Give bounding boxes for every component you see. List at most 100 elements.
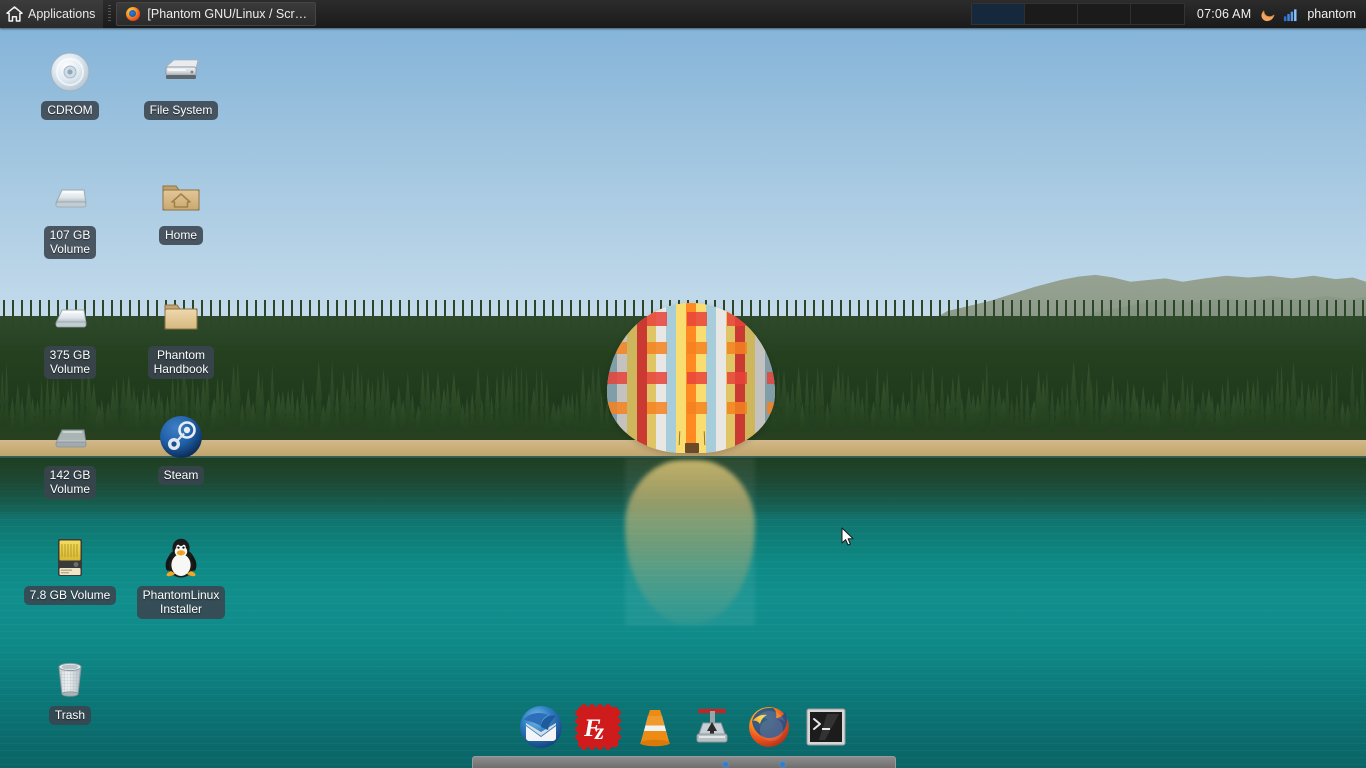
terminal-icon — [806, 708, 845, 746]
wallpaper-tree — [574, 390, 580, 432]
desktop-icon-label: 7.8 GB Volume — [23, 586, 117, 605]
taskbar-window-title: [Phantom GNU/Linux / Scr… — [147, 7, 308, 21]
workspace-2-button[interactable] — [1024, 4, 1078, 24]
workspace-switcher[interactable] — [970, 3, 1185, 25]
wallpaper-tree — [1049, 387, 1056, 432]
drive-icon — [46, 293, 94, 341]
wallpaper-tree — [514, 363, 520, 428]
wallpaper-tree — [434, 370, 442, 427]
wallpaper-tree — [544, 380, 550, 432]
wallpaper-tree — [889, 392, 895, 428]
applications-menu-button[interactable]: Applications — [0, 0, 104, 28]
desktop-icon-file-system[interactable]: File System — [131, 48, 231, 120]
wallpaper-tree — [464, 396, 471, 431]
balloon-accent-band — [607, 312, 775, 326]
wallpaper-tree — [874, 366, 881, 427]
wallpaper-tree — [909, 369, 915, 432]
desktop-icon-label: PhantomLinux Installer — [136, 586, 226, 619]
desktop-icon-phantomlinux-installer[interactable]: PhantomLinux Installer — [131, 533, 231, 619]
filezilla-icon: F z — [574, 704, 621, 750]
panel-separator — [108, 5, 112, 23]
hard-drive-icon — [157, 48, 205, 96]
username-label[interactable]: phantom — [1301, 7, 1366, 21]
applications-menu-label: Applications — [28, 7, 96, 21]
wallpaper-tree — [1014, 393, 1020, 431]
desktop-icon-volume-375gb[interactable]: 375 GB Volume — [20, 293, 120, 379]
wallpaper-tree — [469, 391, 476, 428]
folder-icon — [157, 293, 205, 341]
desktop-icon-phantom-handbook[interactable]: Phantom Handbook — [131, 293, 231, 379]
wallpaper-tree — [519, 364, 524, 429]
wallpaper-tree — [929, 364, 937, 429]
wallpaper-tree — [1339, 400, 1347, 430]
dock-item-thunderbird[interactable] — [518, 704, 564, 750]
balloon-accent-band — [607, 372, 775, 384]
wallpaper-tree — [864, 375, 870, 429]
wallpaper-tree — [334, 385, 341, 430]
vlc-cone-icon — [639, 710, 670, 747]
desktop-icon-label: 375 GB Volume — [43, 346, 97, 379]
desktop-icon-volume-7-8gb[interactable]: 7.8 GB Volume — [20, 533, 120, 605]
firefox-icon — [126, 7, 141, 21]
wallpaper-tree — [1079, 377, 1086, 427]
balloon-accent-band — [607, 402, 775, 414]
desktop-icon-volume-107gb[interactable]: 107 GB Volume — [20, 173, 120, 259]
thunderbird-icon — [519, 706, 562, 748]
wallpaper-tree — [329, 361, 336, 427]
wallpaper-tree — [1279, 362, 1285, 429]
wallpaper-tree — [1269, 383, 1276, 427]
dock-item-terminal[interactable] — [803, 704, 849, 750]
svg-text:z: z — [594, 719, 604, 744]
desktop-icon-label: Steam — [157, 466, 205, 485]
moon-icon[interactable] — [1257, 3, 1279, 25]
wallpaper-tree — [1319, 382, 1325, 427]
wallpaper-tree — [1064, 381, 1071, 428]
desktop-icon-steam[interactable]: Steam — [131, 413, 231, 485]
wallpaper-hot-air-balloon — [607, 303, 775, 453]
wallpaper-tree — [1094, 377, 1100, 432]
dock-item-firefox[interactable] — [746, 704, 792, 750]
desktop-icon-label: Home — [158, 226, 203, 245]
workspace-4-button[interactable] — [1130, 4, 1184, 24]
balloon-accent-band — [607, 342, 775, 354]
archive-manager-icon — [696, 709, 727, 743]
wallpaper-tree — [489, 395, 495, 427]
desktop-icon-trash[interactable]: Trash — [20, 653, 120, 725]
wallpaper-tree — [524, 371, 530, 432]
signal-bars-icon[interactable] — [1279, 3, 1301, 25]
dock-item-vlc[interactable] — [632, 704, 678, 750]
wallpaper-tree — [1354, 393, 1361, 428]
desktop-icon-volume-142gb[interactable]: 142 GB Volume — [20, 413, 120, 499]
desktop-icon-label: 142 GB Volume — [43, 466, 97, 499]
desktop-icon-cdrom[interactable]: CDROM — [20, 48, 120, 120]
tux-penguin-icon — [157, 533, 205, 581]
wallpaper-tree — [1259, 392, 1265, 429]
wallpaper-tree — [804, 367, 810, 431]
house-icon — [6, 6, 23, 22]
wallpaper-tree — [859, 395, 866, 427]
dock-item-archive-manager[interactable] — [689, 704, 735, 750]
desktop-icon-label: 107 GB Volume — [43, 226, 97, 259]
workspace-1-button[interactable] — [971, 4, 1025, 24]
dock-item-filezilla[interactable]: F z — [574, 704, 621, 750]
wallpaper-tree — [1359, 364, 1366, 430]
desktop-icon-home[interactable]: Home — [131, 173, 231, 245]
wallpaper-tree — [1189, 380, 1196, 427]
wallpaper-tree — [984, 361, 990, 427]
wallpaper-tree — [1004, 378, 1011, 427]
workspace-3-button[interactable] — [1077, 4, 1131, 24]
wallpaper-tree — [809, 382, 816, 427]
clock[interactable]: 07:06 AM — [1191, 7, 1257, 21]
desktop-icon-label: CDROM — [41, 101, 99, 120]
taskbar-window-button[interactable]: [Phantom GNU/Linux / Scr… — [116, 2, 317, 26]
cd-disc-icon — [46, 48, 94, 96]
application-dock: F z — [505, 704, 861, 768]
wallpaper-balloon-reflection — [625, 460, 755, 625]
wallpaper-tree — [1334, 370, 1340, 429]
wallpaper-tree — [939, 373, 946, 431]
trash-can-icon — [46, 653, 94, 701]
desktop-icon-label: Trash — [48, 706, 92, 725]
wallpaper-tree — [1019, 375, 1025, 431]
wallpaper-tree — [1329, 368, 1335, 432]
wallpaper-tree — [1059, 385, 1066, 427]
